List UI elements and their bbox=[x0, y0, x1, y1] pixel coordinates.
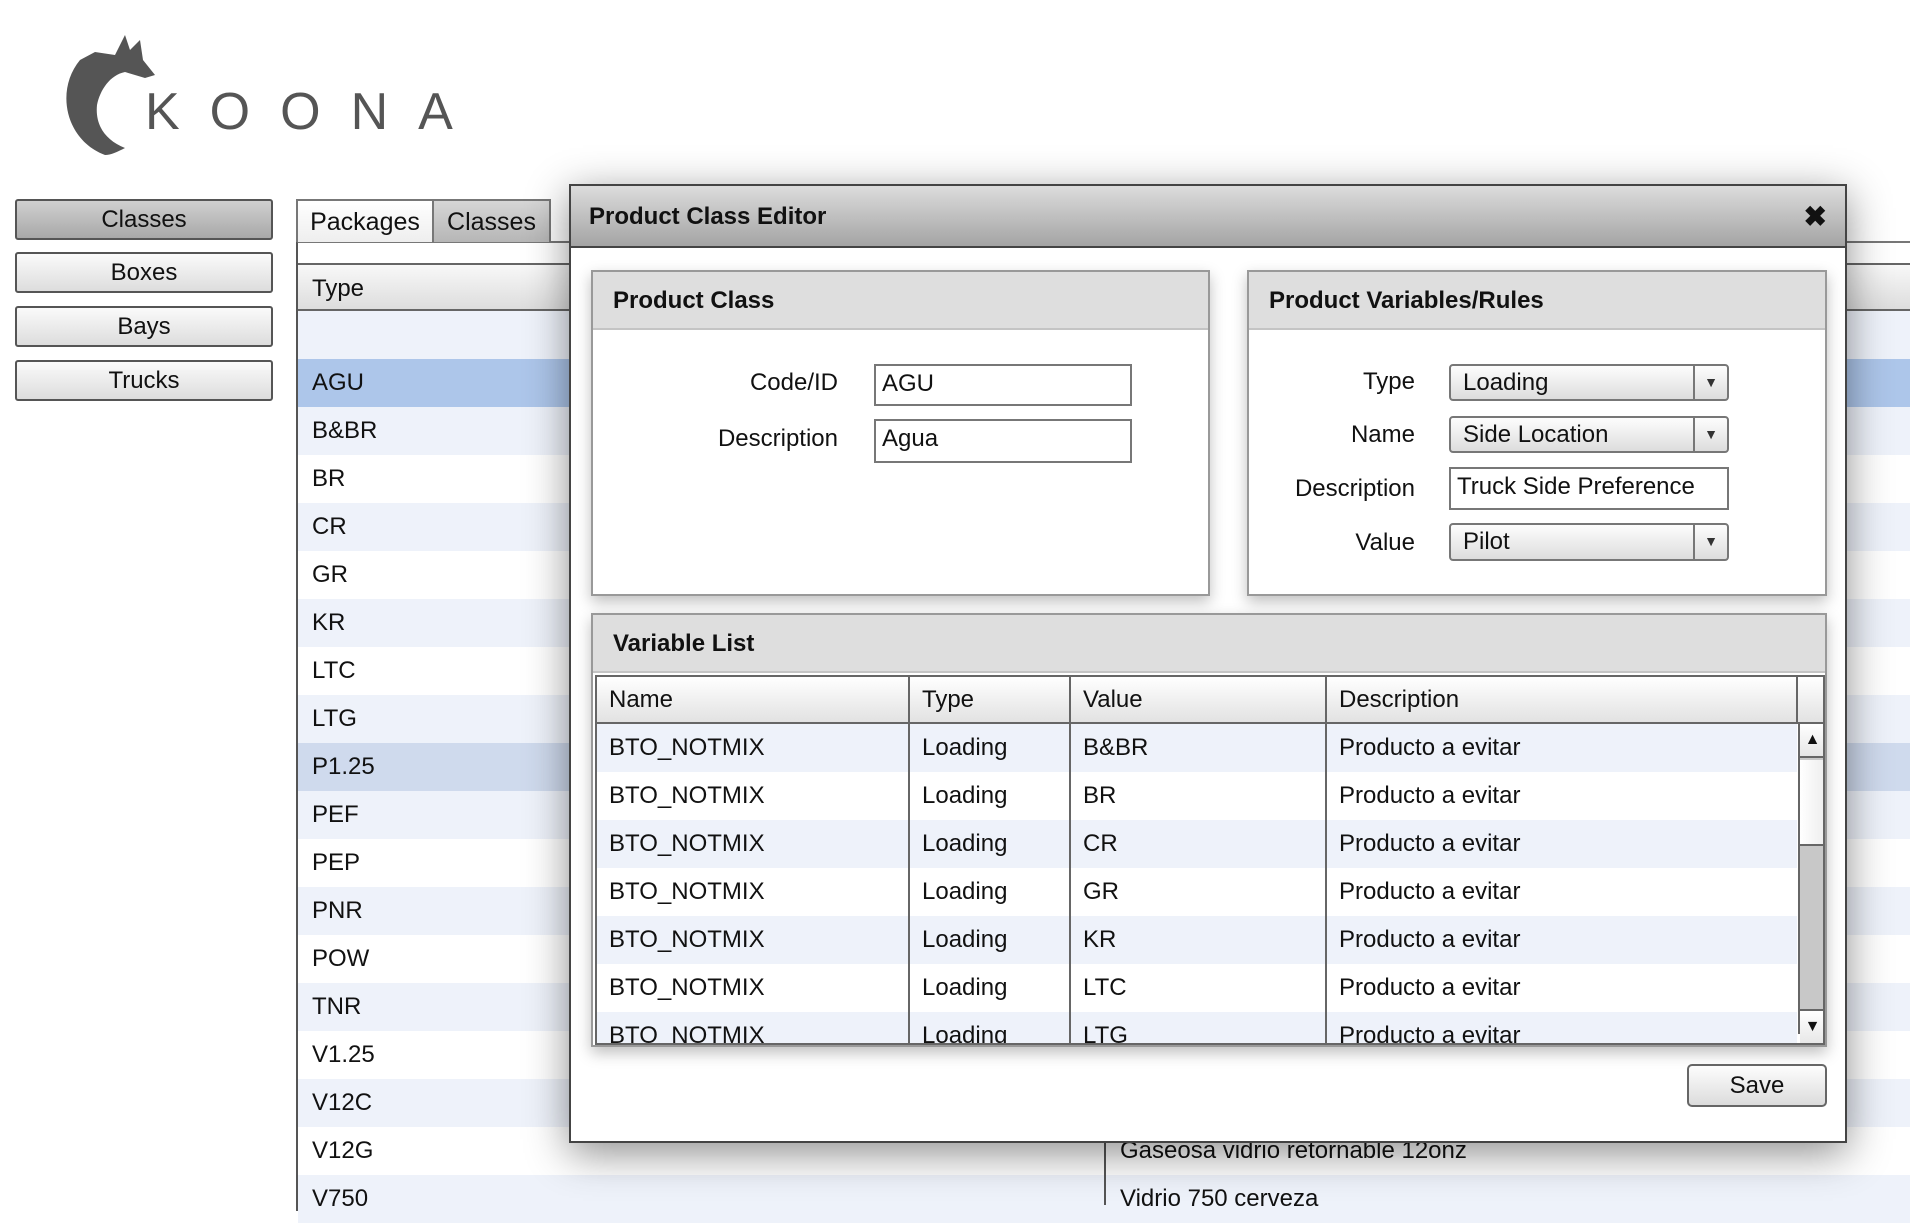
product-variables-heading: Product Variables/Rules bbox=[1269, 287, 1544, 314]
chevron-down-icon: ▼ bbox=[1693, 366, 1727, 399]
dialog-titlebar[interactable]: Product Class Editor ✖ bbox=[571, 186, 1845, 248]
variable-row[interactable]: BTO_NOTMIX Loading BR Producto a evitar bbox=[597, 772, 1797, 820]
row-type: LTG bbox=[312, 705, 357, 732]
code-id-input[interactable]: AGU bbox=[874, 364, 1132, 406]
variable-cell: Loading bbox=[922, 830, 1008, 857]
rule-description-label: Description bbox=[1294, 475, 1415, 502]
variable-cell: Producto a evitar bbox=[1339, 1022, 1521, 1045]
variable-cell: BTO_NOTMIX bbox=[609, 878, 765, 905]
variable-cell: Loading bbox=[922, 734, 1008, 761]
scroll-up-arrow-icon[interactable]: ▲ bbox=[1800, 724, 1823, 758]
nav-trucks-button[interactable]: Trucks bbox=[15, 360, 273, 401]
variable-cell: BTO_NOTMIX bbox=[609, 734, 765, 761]
chevron-down-icon: ▼ bbox=[1693, 418, 1727, 451]
save-button[interactable]: Save bbox=[1687, 1064, 1827, 1107]
scroll-down-arrow-icon[interactable]: ▼ bbox=[1800, 1009, 1823, 1043]
type-select[interactable]: Loading ▼ bbox=[1449, 364, 1729, 401]
row-type: V12C bbox=[312, 1089, 373, 1116]
variable-list-section: Variable List Name Type Value Descriptio… bbox=[591, 613, 1827, 1047]
variable-cell: GR bbox=[1083, 878, 1119, 905]
type-column-header[interactable]: Type bbox=[312, 275, 364, 303]
row-type: PEP bbox=[312, 849, 361, 876]
row-type: GR bbox=[312, 561, 348, 588]
variable-table: Name Type Value Description BTO_NOTMIX Lo… bbox=[595, 675, 1825, 1045]
description-label: Description bbox=[717, 425, 838, 452]
variable-list-heading: Variable List bbox=[613, 630, 755, 657]
variable-cell: Loading bbox=[922, 974, 1008, 1001]
variable-cell: BTO_NOTMIX bbox=[609, 782, 765, 809]
variable-cell: B&BR bbox=[1083, 734, 1149, 761]
variable-cell: Loading bbox=[922, 878, 1008, 905]
row-type: V12G bbox=[312, 1137, 374, 1164]
variable-cell: Loading bbox=[922, 926, 1008, 953]
column-header-value[interactable]: Value bbox=[1071, 677, 1327, 724]
row-type: KR bbox=[312, 609, 346, 636]
column-header-type[interactable]: Type bbox=[910, 677, 1071, 724]
dialog-title: Product Class Editor bbox=[589, 203, 827, 230]
column-header-description[interactable]: Description bbox=[1327, 677, 1798, 724]
row-type: AGU bbox=[312, 369, 365, 396]
variable-cell: Producto a evitar bbox=[1339, 830, 1521, 857]
variable-row[interactable]: BTO_NOTMIX Loading CR Producto a evitar bbox=[597, 820, 1797, 868]
row-type: PEF bbox=[312, 801, 359, 828]
variable-cell: Loading bbox=[922, 1022, 1008, 1045]
variable-cell: Producto a evitar bbox=[1339, 974, 1521, 1001]
row-type: POW bbox=[312, 945, 370, 972]
variable-cell: Producto a evitar bbox=[1339, 926, 1521, 953]
nav-classes-button[interactable]: Classes bbox=[15, 199, 273, 240]
row-description: Vidrio 750 cerveza bbox=[1120, 1185, 1319, 1212]
nav-boxes-button[interactable]: Boxes bbox=[15, 252, 273, 293]
value-select[interactable]: Pilot ▼ bbox=[1449, 523, 1729, 561]
variable-cell: BTO_NOTMIX bbox=[609, 1022, 765, 1045]
column-divider bbox=[1104, 1135, 1106, 1205]
koona-logo: KOONA bbox=[55, 30, 453, 160]
variable-cell: BTO_NOTMIX bbox=[609, 974, 765, 1001]
variable-row[interactable]: BTO_NOTMIX Loading GR Producto a evitar bbox=[597, 868, 1797, 916]
description-input[interactable]: Agua bbox=[874, 419, 1132, 463]
row-type: LTC bbox=[312, 657, 356, 684]
row-type: B&BR bbox=[312, 417, 378, 444]
variable-cell: Loading bbox=[922, 782, 1008, 809]
column-header-name[interactable]: Name bbox=[597, 677, 910, 724]
rule-description-input[interactable]: Truck Side Preference bbox=[1449, 467, 1729, 510]
variable-cell: Producto a evitar bbox=[1339, 782, 1521, 809]
variable-cell: BR bbox=[1083, 782, 1117, 809]
name-label: Name bbox=[1350, 421, 1415, 448]
row-type: PNR bbox=[312, 897, 363, 924]
variable-cell: BTO_NOTMIX bbox=[609, 926, 765, 953]
variable-cell: Producto a evitar bbox=[1339, 734, 1521, 761]
product-class-section: Product Class Code/ID AGU Description Ag… bbox=[591, 270, 1210, 596]
type-label: Type bbox=[1362, 368, 1415, 395]
row-type: BR bbox=[312, 465, 346, 492]
code-id-label: Code/ID bbox=[749, 369, 838, 396]
variable-row[interactable]: BTO_NOTMIX Loading B&BR Producto a evitar bbox=[597, 724, 1797, 772]
variable-cell: Producto a evitar bbox=[1339, 878, 1521, 905]
row-type: V1.25 bbox=[312, 1041, 375, 1068]
variable-cell: LTC bbox=[1083, 974, 1127, 1001]
product-variables-section: Product Variables/Rules Type Loading ▼ Na… bbox=[1247, 270, 1827, 596]
variable-cell: CR bbox=[1083, 830, 1118, 857]
variable-row[interactable]: BTO_NOTMIX Loading KR Producto a evitar bbox=[597, 916, 1797, 964]
tab-packages[interactable]: Packages bbox=[296, 199, 434, 242]
row-type: P1.25 bbox=[312, 753, 375, 780]
row-type: V750 bbox=[312, 1185, 369, 1212]
tab-classes[interactable]: Classes bbox=[432, 199, 551, 242]
variable-cell: KR bbox=[1083, 926, 1117, 953]
product-class-heading: Product Class bbox=[613, 287, 775, 314]
close-icon[interactable]: ✖ bbox=[1804, 200, 1827, 233]
scrollbar[interactable]: ▲ ▼ bbox=[1798, 724, 1823, 1043]
name-select[interactable]: Side Location ▼ bbox=[1449, 416, 1729, 453]
value-label: Value bbox=[1355, 529, 1415, 556]
variable-cell: BTO_NOTMIX bbox=[609, 830, 765, 857]
row-type: TNR bbox=[312, 993, 362, 1020]
scrollbar-thumb[interactable] bbox=[1800, 760, 1823, 846]
row-type: CR bbox=[312, 513, 347, 540]
variable-row[interactable]: BTO_NOTMIX Loading LTC Producto a evitar bbox=[597, 964, 1797, 1012]
product-class-editor-dialog: Product Class Editor ✖ Product Class Cod… bbox=[569, 184, 1847, 1143]
chevron-down-icon: ▼ bbox=[1693, 525, 1727, 559]
nav-bays-button[interactable]: Bays bbox=[15, 306, 273, 347]
variable-cell: LTG bbox=[1083, 1022, 1128, 1045]
variable-row[interactable]: BTO_NOTMIX Loading LTG Producto a evitar bbox=[597, 1012, 1797, 1045]
